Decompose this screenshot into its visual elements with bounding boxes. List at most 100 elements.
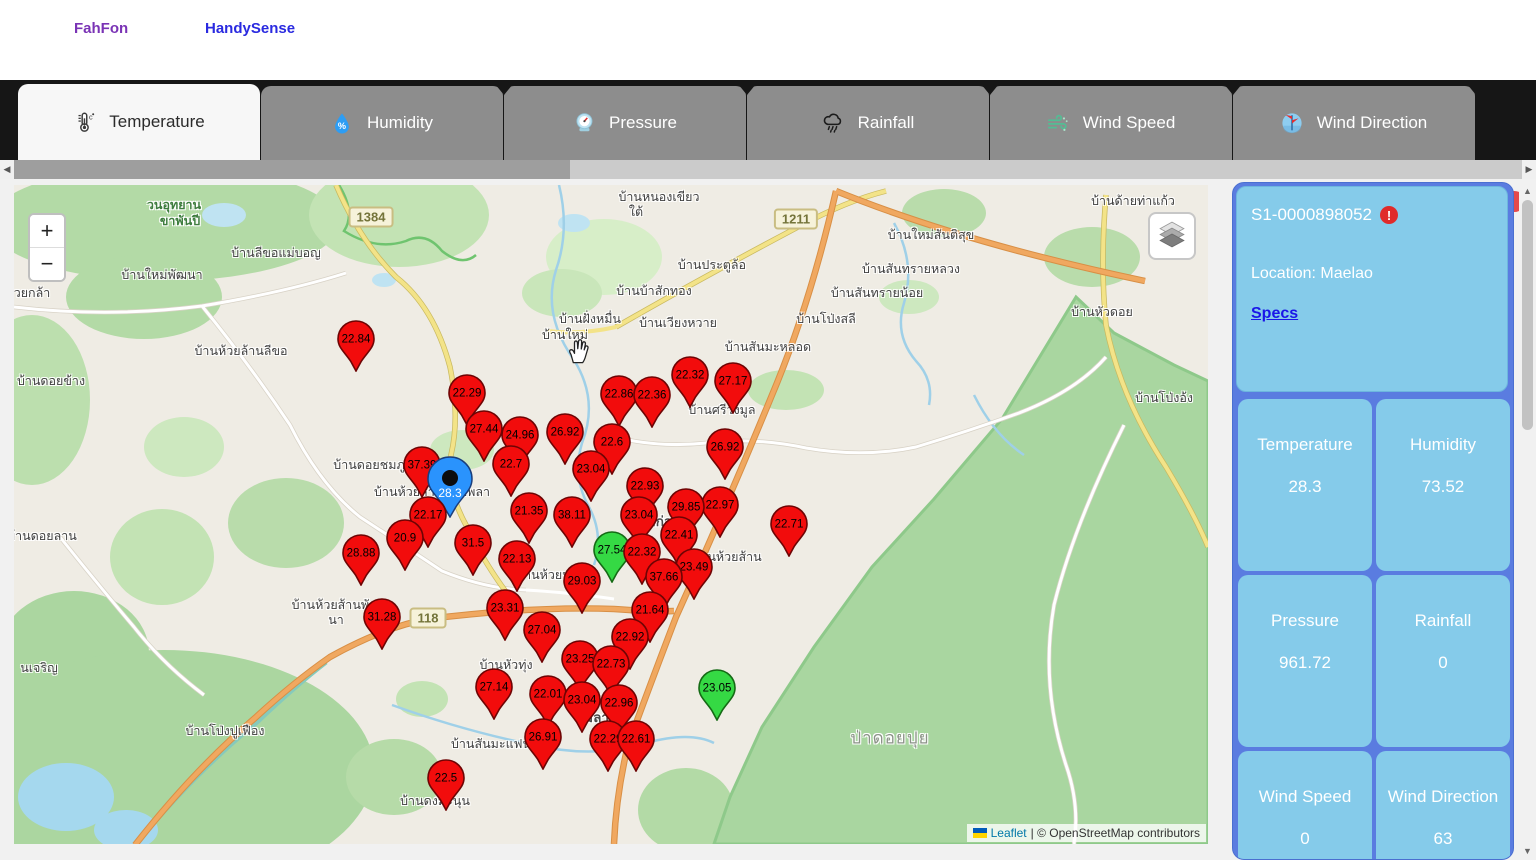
tab-pressure[interactable]: Pressure xyxy=(504,86,746,160)
specs-link[interactable]: Specs xyxy=(1251,305,1298,323)
station-marker-22.36[interactable]: 22.36 xyxy=(633,376,671,433)
metric-value: 73.52 xyxy=(1376,477,1510,497)
svg-text:26.91: 26.91 xyxy=(529,732,558,744)
hscroll-thumb[interactable] xyxy=(14,160,570,179)
svg-text:22.29: 22.29 xyxy=(453,388,482,400)
tab-wind-direction[interactable]: Wind Direction xyxy=(1233,86,1475,160)
station-marker-20.9[interactable]: 20.9 xyxy=(386,519,424,576)
thermometer-icon: c xyxy=(73,111,95,133)
tab-wind-speed[interactable]: Wind Speed xyxy=(990,86,1232,160)
tab-humidity[interactable]: % Humidity xyxy=(261,86,503,160)
svg-text:21.64: 21.64 xyxy=(636,605,665,617)
svg-text:27.44: 27.44 xyxy=(470,424,499,436)
station-marker-22.61[interactable]: 22.61 xyxy=(617,720,655,777)
station-marker-26.91[interactable]: 26.91 xyxy=(524,718,562,775)
svg-text:22.41: 22.41 xyxy=(665,530,694,542)
tab-label: Humidity xyxy=(367,113,433,133)
station-marker-26.92[interactable]: 26.92 xyxy=(706,428,744,485)
leaflet-link[interactable]: Leaflet xyxy=(991,826,1027,840)
svg-text:23.31: 23.31 xyxy=(491,603,520,615)
svg-text:26.92: 26.92 xyxy=(711,442,740,454)
svg-text:22.73: 22.73 xyxy=(597,659,626,671)
route-badge-1384: 1384 xyxy=(349,207,394,228)
svg-text:22.96: 22.96 xyxy=(605,698,634,710)
metric-card-wind-direction: Wind Direction63 xyxy=(1376,751,1510,860)
vscroll-up-arrow-icon[interactable]: ▲ xyxy=(1519,184,1536,198)
ukraine-flag-icon xyxy=(973,828,987,838)
rain-cloud-icon xyxy=(822,112,844,134)
station-marker-27.04[interactable]: 27.04 xyxy=(523,611,561,668)
station-marker-38.11[interactable]: 38.11 xyxy=(553,496,591,553)
metric-card-wind-speed: Wind Speed0 xyxy=(1238,751,1372,860)
svg-text:22.92: 22.92 xyxy=(616,632,645,644)
station-marker-31.5[interactable]: 31.5 xyxy=(454,524,492,581)
tab-label: Wind Direction xyxy=(1317,113,1428,133)
route-badge-1211: 1211 xyxy=(774,209,818,230)
vertical-scrollbar[interactable]: ▲ ▼ xyxy=(1519,182,1536,860)
station-marker-23.05[interactable]: 23.05 xyxy=(698,669,736,726)
svg-text:24.96: 24.96 xyxy=(506,430,535,442)
svg-text:22.6: 22.6 xyxy=(601,437,623,449)
station-marker-22.84[interactable]: 22.84 xyxy=(337,320,375,377)
metric-label: Rainfall xyxy=(1376,611,1510,631)
brand-handysense-link[interactable]: HandySense xyxy=(205,20,295,37)
top-nav: FahFon HandySense xyxy=(0,0,1536,80)
wind-icon xyxy=(1047,112,1069,134)
map-zoom-control: + − xyxy=(28,213,66,282)
station-marker-27.14[interactable]: 27.14 xyxy=(475,668,513,725)
brand-fahfon-link[interactable]: FahFon xyxy=(74,20,128,37)
svg-text:23.49: 23.49 xyxy=(680,562,709,574)
alert-icon: ! xyxy=(1380,206,1398,224)
svg-text:22.97: 22.97 xyxy=(706,500,735,512)
zoom-out-button[interactable]: − xyxy=(30,248,64,280)
svg-text:22.84: 22.84 xyxy=(342,334,371,346)
metric-label: Pressure xyxy=(1238,611,1372,631)
station-marker-22.71[interactable]: 22.71 xyxy=(770,505,808,562)
svg-text:22.01: 22.01 xyxy=(534,689,563,701)
svg-text:22.5: 22.5 xyxy=(435,773,457,785)
metric-value: 28.3 xyxy=(1238,477,1372,497)
svg-text:23.04: 23.04 xyxy=(625,510,654,522)
tab-separator-notch xyxy=(738,84,756,95)
app-screen: FahFon HandySense c Temperature% Humidity P… xyxy=(0,0,1536,860)
svg-text:26.92: 26.92 xyxy=(551,427,580,439)
station-marker-28.88[interactable]: 28.88 xyxy=(342,534,380,591)
metric-value: 961.72 xyxy=(1238,653,1372,673)
tab-label: Temperature xyxy=(109,112,204,132)
metric-cards-grid: Temperature28.3Humidity73.52Pressure961.… xyxy=(1236,397,1512,860)
metric-label: Wind Speed xyxy=(1238,787,1372,807)
station-marker-22.97[interactable]: 22.97 xyxy=(701,486,739,543)
sensor-panel: S1-0000898052 ! Location: Maelao Specs T… xyxy=(1232,182,1514,860)
osm-attribution-link[interactable]: | © OpenStreetMap contributors xyxy=(1031,826,1200,840)
map[interactable]: วนอุทยานขาพันปีบ้านลีขอแม่บอญบ้านใหม่พัฒ… xyxy=(14,185,1208,844)
tab-separator-notch xyxy=(1224,84,1242,95)
station-marker-22.5[interactable]: 22.5 xyxy=(427,759,465,816)
hscroll-right-arrow-icon[interactable]: ▶ xyxy=(1522,160,1536,179)
svg-text:23.04: 23.04 xyxy=(577,464,606,476)
station-marker-22.32[interactable]: 22.32 xyxy=(671,356,709,413)
station-marker-29.03[interactable]: 29.03 xyxy=(563,562,601,619)
station-marker-23.31[interactable]: 23.31 xyxy=(486,589,524,646)
svg-text:22.32: 22.32 xyxy=(628,547,657,559)
tab-separator-notch xyxy=(981,84,999,95)
station-marker-27.17[interactable]: 27.17 xyxy=(714,362,752,419)
station-marker-31.28[interactable]: 31.28 xyxy=(363,598,401,655)
tab-separator-notch xyxy=(495,84,513,95)
svg-text:%: % xyxy=(338,121,346,131)
horizontal-scrollbar[interactable]: ◀ ▶ xyxy=(0,160,1536,179)
tab-temperature[interactable]: c Temperature xyxy=(18,84,260,160)
vscroll-thumb[interactable] xyxy=(1522,200,1533,430)
station-location: Location: Maelao xyxy=(1251,265,1493,283)
tab-rainfall[interactable]: Rainfall xyxy=(747,86,989,160)
metric-label: Temperature xyxy=(1238,435,1372,455)
svg-text:27.04: 27.04 xyxy=(528,625,557,637)
svg-text:21.35: 21.35 xyxy=(515,506,544,518)
hscroll-left-arrow-icon[interactable]: ◀ xyxy=(0,160,14,179)
zoom-in-button[interactable]: + xyxy=(30,215,64,248)
svg-text:23.05: 23.05 xyxy=(703,683,732,695)
svg-text:27.14: 27.14 xyxy=(480,682,509,694)
svg-text:27.17: 27.17 xyxy=(719,376,748,388)
layers-control-button[interactable] xyxy=(1148,212,1196,260)
tab-separator-notch xyxy=(1467,84,1485,95)
vscroll-down-arrow-icon[interactable]: ▼ xyxy=(1519,844,1536,858)
